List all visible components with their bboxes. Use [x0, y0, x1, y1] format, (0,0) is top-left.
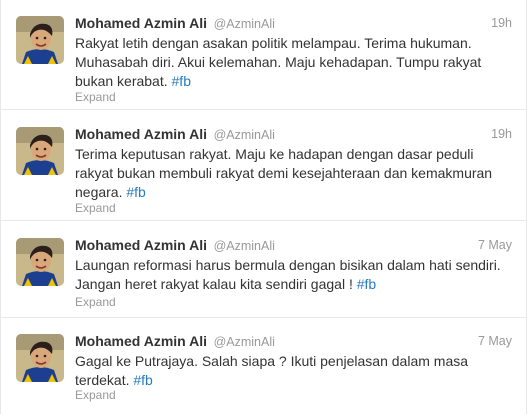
tweet-item[interactable]: Mohamed Azmin Ali @AzminAli 19h Rakyat l…	[1, 0, 526, 110]
tweet-username[interactable]: @AzminAli	[214, 239, 275, 253]
hashtag-link[interactable]: #fb	[126, 184, 145, 200]
tweet-text: Rakyat letih dengan asakan politik melam…	[75, 34, 513, 91]
hashtag-link[interactable]: #fb	[357, 276, 376, 292]
expand-link[interactable]: Expand	[75, 90, 116, 104]
expand-link[interactable]: Expand	[75, 295, 116, 309]
expand-link[interactable]: Expand	[75, 201, 116, 215]
hashtag-link[interactable]: #fb	[133, 372, 152, 388]
tweet-text-body: Rakyat letih dengan asakan politik melam…	[75, 35, 482, 89]
tweet-text: Laungan reformasi harus bermula dengan b…	[75, 256, 513, 294]
tweet-header: Mohamed Azmin Ali @AzminAli 7 May	[75, 332, 512, 350]
avatar[interactable]	[16, 127, 64, 175]
tweet-text: Terima keputusan rakyat. Maju ke hadapan…	[75, 145, 513, 202]
tweet-username[interactable]: @AzminAli	[214, 17, 275, 31]
profile-photo-icon	[16, 238, 64, 286]
tweet-fullname[interactable]: Mohamed Azmin Ali	[75, 333, 207, 349]
profile-photo-icon	[16, 16, 64, 64]
profile-photo-icon	[16, 334, 64, 382]
tweet-header: Mohamed Azmin Ali @AzminAli 7 May	[75, 236, 512, 254]
hashtag-link[interactable]: #fb	[172, 73, 191, 89]
tweet-timestamp[interactable]: 19h	[491, 14, 512, 32]
avatar[interactable]	[16, 238, 64, 286]
tweet-timestamp[interactable]: 7 May	[478, 236, 512, 254]
tweet-username[interactable]: @AzminAli	[214, 335, 275, 349]
tweet-item[interactable]: Mohamed Azmin Ali @AzminAli 19h Terima k…	[1, 111, 526, 221]
avatar[interactable]	[16, 334, 64, 382]
tweet-timestamp[interactable]: 7 May	[478, 332, 512, 350]
tweet-text: Gagal ke Putrajaya. Salah siapa ? Ikuti …	[75, 352, 513, 390]
tweet-header: Mohamed Azmin Ali @AzminAli 19h	[75, 14, 512, 32]
profile-photo-icon	[16, 127, 64, 175]
tweet-item[interactable]: Mohamed Azmin Ali @AzminAli 7 May Launga…	[1, 222, 526, 318]
tweet-fullname[interactable]: Mohamed Azmin Ali	[75, 237, 207, 253]
tweet-text-body: Laungan reformasi harus bermula dengan b…	[75, 257, 501, 292]
tweet-timestamp[interactable]: 19h	[491, 125, 512, 143]
tweet-header: Mohamed Azmin Ali @AzminAli 19h	[75, 125, 512, 143]
tweet-item[interactable]: Mohamed Azmin Ali @AzminAli 7 May Gagal …	[1, 318, 526, 414]
tweet-timeline: Mohamed Azmin Ali @AzminAli 19h Rakyat l…	[0, 0, 527, 414]
avatar[interactable]	[16, 16, 64, 64]
tweet-fullname[interactable]: Mohamed Azmin Ali	[75, 15, 207, 31]
tweet-username[interactable]: @AzminAli	[214, 128, 275, 142]
tweet-fullname[interactable]: Mohamed Azmin Ali	[75, 126, 207, 142]
expand-link[interactable]: Expand	[75, 388, 116, 402]
